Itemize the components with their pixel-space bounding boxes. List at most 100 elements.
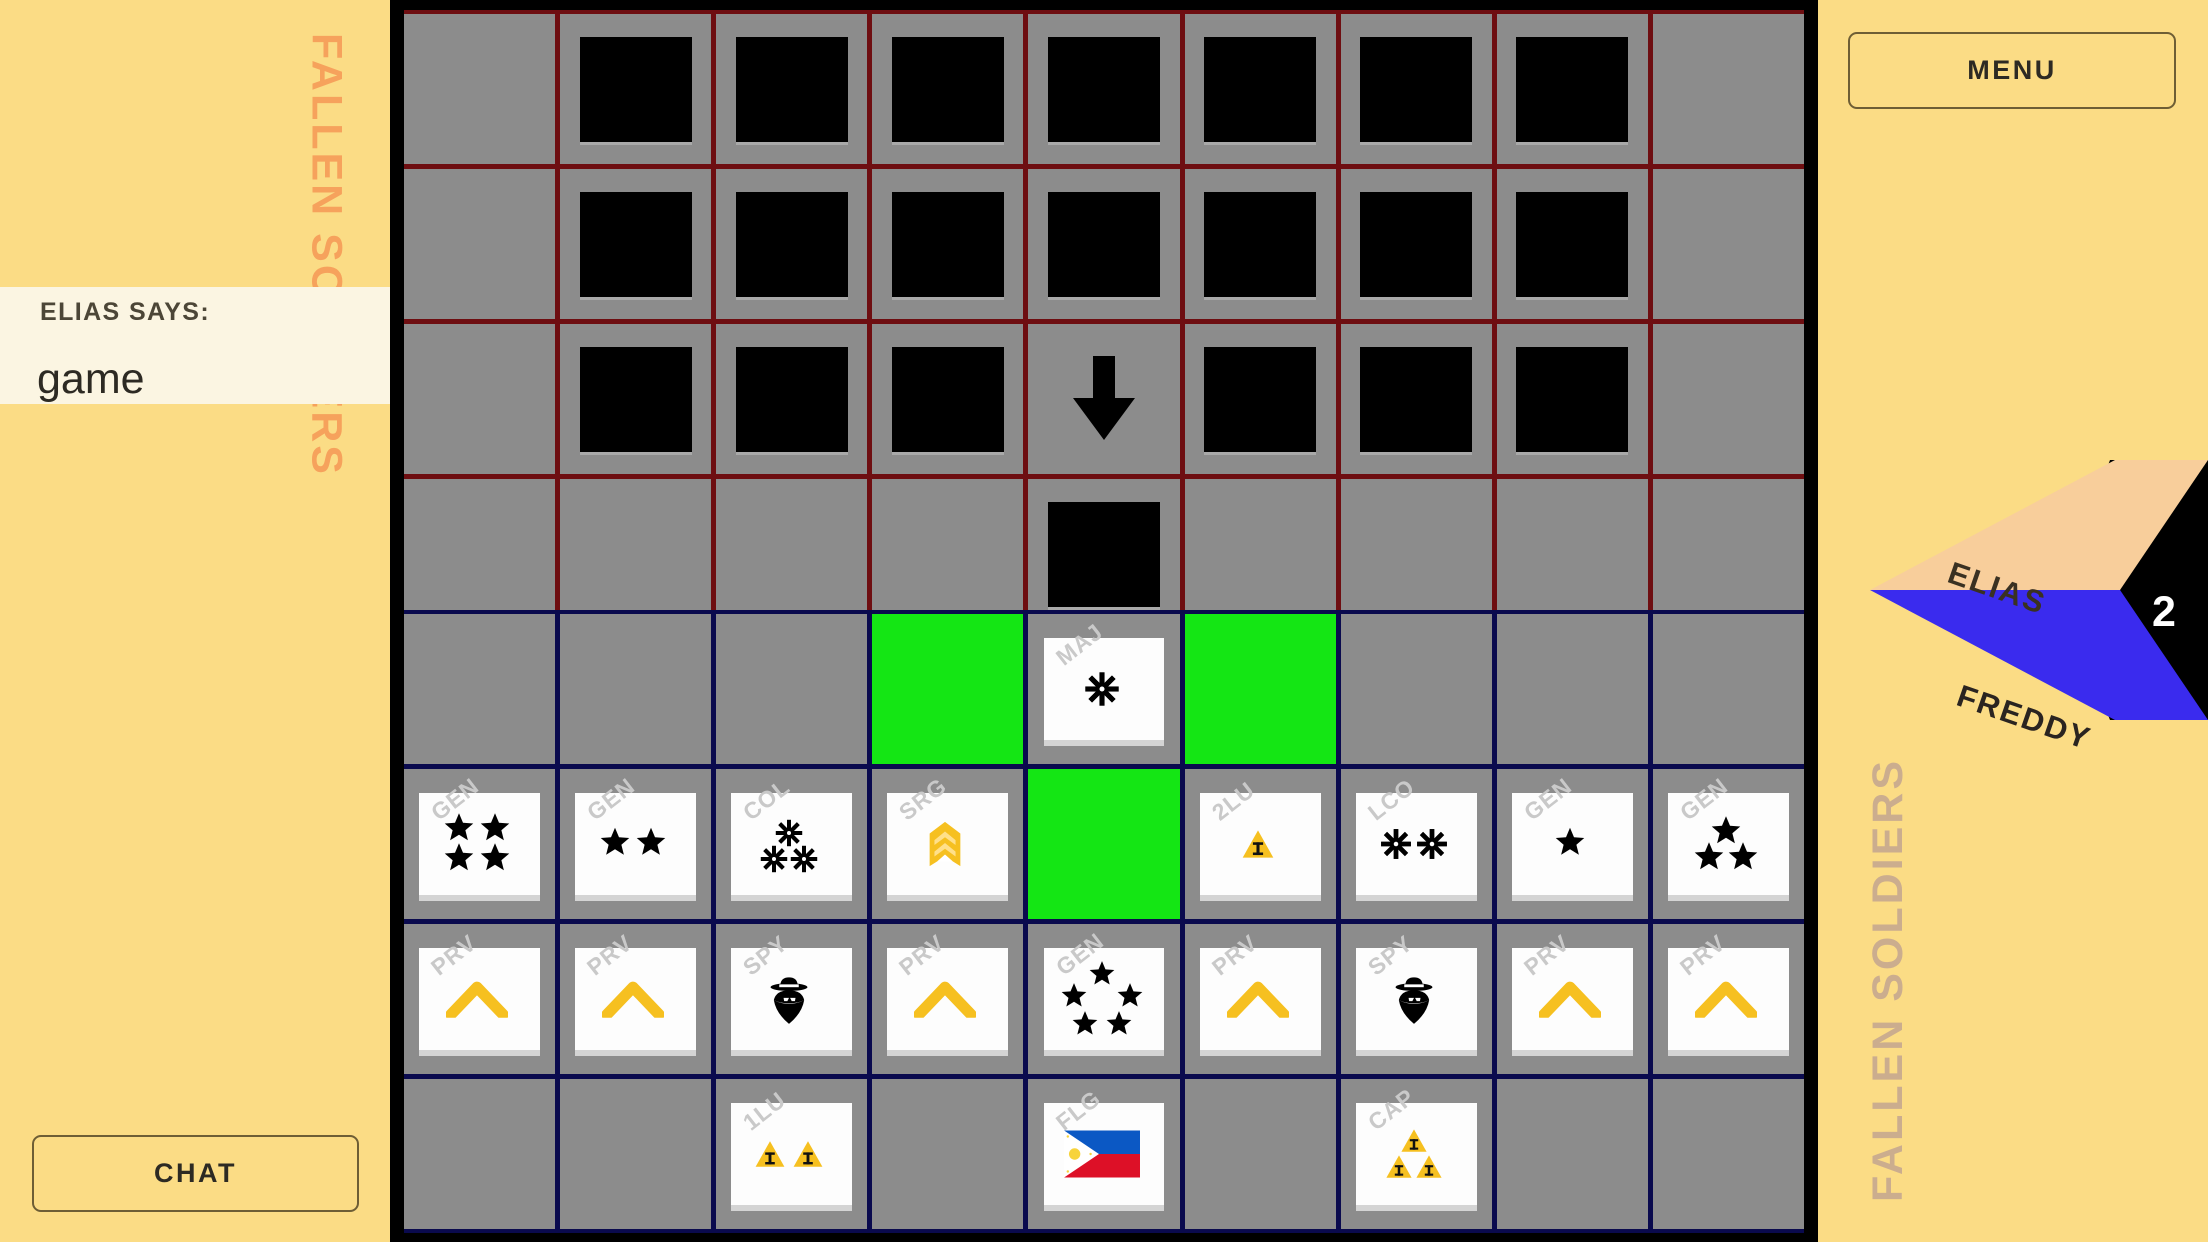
player-empty-cell[interactable] — [404, 614, 556, 764]
player-piece-1lu[interactable]: 1LU — [716, 1079, 868, 1229]
piece-card[interactable]: GEN — [419, 772, 540, 895]
chat-button[interactable]: CHAT — [32, 1135, 359, 1212]
player-piece-cap[interactable]: CAP — [1340, 1079, 1492, 1229]
player-empty-cell[interactable] — [1496, 1079, 1648, 1229]
piece-card[interactable]: PRV — [575, 929, 697, 1050]
enemy-empty-cell[interactable] — [404, 324, 556, 474]
enemy-hidden-piece[interactable] — [1028, 479, 1180, 629]
enemy-hidden-piece[interactable] — [1184, 324, 1336, 474]
piece-card[interactable]: SPY — [1355, 930, 1477, 1050]
enemy-empty-cell[interactable] — [560, 479, 712, 629]
enemy-hidden-piece[interactable] — [1496, 14, 1648, 164]
piece-card[interactable]: CAP — [1355, 1083, 1477, 1205]
piece-card[interactable]: PRV — [1511, 929, 1633, 1050]
enemy-hidden-piece[interactable] — [1496, 169, 1648, 319]
piece-card[interactable]: PRV — [887, 929, 1009, 1050]
enemy-empty-cell[interactable] — [404, 14, 556, 164]
player-piece-gen[interactable]: GEN — [1028, 924, 1180, 1074]
enemy-empty-cell[interactable] — [1652, 324, 1804, 474]
enemy-empty-cell[interactable] — [1184, 479, 1336, 629]
enemy-hidden-piece[interactable] — [716, 169, 868, 319]
enemy-hidden-piece[interactable] — [560, 14, 712, 164]
enemy-empty-cell[interactable] — [1496, 479, 1648, 629]
enemy-hidden-piece[interactable] — [872, 324, 1024, 474]
player-empty-cell[interactable] — [716, 614, 868, 764]
piece-card[interactable]: SPY — [731, 930, 853, 1050]
player-empty-cell[interactable] — [872, 1079, 1024, 1229]
enemy-hidden-piece[interactable] — [1340, 14, 1492, 164]
enemy-hidden-piece[interactable] — [1028, 169, 1180, 319]
enemy-hidden-piece[interactable] — [560, 324, 712, 474]
player-empty-cell[interactable] — [1184, 1079, 1336, 1229]
menu-button[interactable]: MENU — [1848, 32, 2176, 109]
enemy-empty-cell[interactable] — [1340, 479, 1492, 629]
piece-card[interactable]: PRV — [1199, 929, 1321, 1050]
piece-card[interactable]: LCO — [1355, 773, 1477, 895]
piece-card[interactable]: FLG — [1043, 1085, 1165, 1205]
enemy-hidden-piece[interactable] — [560, 169, 712, 319]
piece-card[interactable]: GEN — [575, 772, 697, 895]
piece-card[interactable]: 1LU — [731, 1086, 853, 1205]
player-piece-gen[interactable]: GEN — [1496, 769, 1648, 919]
enemy-empty-cell[interactable] — [716, 479, 868, 629]
piece-rank-label: PRV — [1518, 929, 1575, 981]
player-piece-prv[interactable]: PRV — [1496, 924, 1648, 1074]
enemy-hidden-piece[interactable] — [716, 14, 868, 164]
enemy-empty-cell[interactable] — [1652, 14, 1804, 164]
piece-card[interactable]: GEN — [1667, 772, 1789, 895]
enemy-hidden-piece[interactable] — [716, 324, 868, 474]
game-board[interactable]: MAJ GEN GEN COL SRG 2LU LCO GEN GEN PRV PRV SPY PRV G… — [390, 0, 1818, 1242]
player-piece-maj[interactable]: MAJ — [1028, 614, 1180, 764]
enemy-hidden-piece[interactable] — [1340, 169, 1492, 319]
enemy-hidden-piece[interactable] — [1028, 14, 1180, 164]
player-empty-cell[interactable] — [404, 1079, 556, 1229]
player-empty-cell[interactable] — [1652, 614, 1804, 764]
enemy-hidden-piece[interactable] — [872, 14, 1024, 164]
piece-card[interactable]: COL — [731, 773, 853, 895]
player-empty-cell[interactable] — [1340, 614, 1492, 764]
player-empty-cell[interactable] — [560, 614, 712, 764]
chat-message-text: game — [37, 355, 145, 403]
valid-move-cell[interactable] — [1184, 614, 1336, 764]
piece-card[interactable]: PRV — [419, 929, 540, 1050]
enemy-empty-cell[interactable] — [404, 479, 556, 629]
valid-move-cell[interactable] — [872, 614, 1024, 764]
enemy-hidden-piece[interactable] — [872, 169, 1024, 319]
player-piece-2lu[interactable]: 2LU — [1184, 769, 1336, 919]
enemy-empty-cell[interactable] — [872, 479, 1024, 629]
piece-card[interactable]: GEN — [1511, 772, 1633, 895]
player-piece-gen[interactable]: GEN — [404, 769, 556, 919]
player-piece-prv[interactable]: PRV — [872, 924, 1024, 1074]
player-piece-flg[interactable]: FLG — [1028, 1079, 1180, 1229]
move-arrow-cell[interactable] — [1028, 324, 1180, 474]
piece-card[interactable]: SRG — [887, 772, 1009, 895]
piece-card[interactable]: GEN — [1043, 927, 1165, 1050]
piece-card[interactable]: PRV — [1667, 929, 1789, 1050]
enemy-hidden-piece[interactable] — [1184, 14, 1336, 164]
piece-card[interactable]: MAJ — [1043, 618, 1165, 740]
piece-card[interactable]: 2LU — [1199, 776, 1321, 895]
enemy-hidden-piece[interactable] — [1496, 324, 1648, 474]
player-piece-prv[interactable]: PRV — [404, 924, 556, 1074]
player-piece-prv[interactable]: PRV — [1652, 924, 1804, 1074]
player-piece-spy[interactable]: SPY — [1340, 924, 1492, 1074]
player-empty-cell[interactable] — [1652, 1079, 1804, 1229]
player-empty-cell[interactable] — [560, 1079, 712, 1229]
player-piece-gen[interactable]: GEN — [560, 769, 712, 919]
player-piece-col[interactable]: COL — [716, 769, 868, 919]
player-piece-spy[interactable]: SPY — [716, 924, 868, 1074]
enemy-empty-cell[interactable] — [1652, 479, 1804, 629]
player-empty-cell[interactable] — [1496, 614, 1648, 764]
enemy-hidden-piece[interactable] — [1184, 169, 1336, 319]
player-piece-srg[interactable]: SRG — [872, 769, 1024, 919]
player-piece-lco[interactable]: LCO — [1340, 769, 1492, 919]
player-piece-gen[interactable]: GEN — [1652, 769, 1804, 919]
player-piece-prv[interactable]: PRV — [560, 924, 712, 1074]
enemy-board-zone[interactable] — [404, 10, 1804, 633]
valid-move-cell[interactable] — [1028, 769, 1180, 919]
enemy-empty-cell[interactable] — [1652, 169, 1804, 319]
player-board-zone[interactable]: MAJ GEN GEN COL SRG 2LU LCO GEN GEN PRV PRV SPY PRV G… — [404, 610, 1804, 1233]
enemy-hidden-piece[interactable] — [1340, 324, 1492, 474]
enemy-empty-cell[interactable] — [404, 169, 556, 319]
player-piece-prv[interactable]: PRV — [1184, 924, 1336, 1074]
